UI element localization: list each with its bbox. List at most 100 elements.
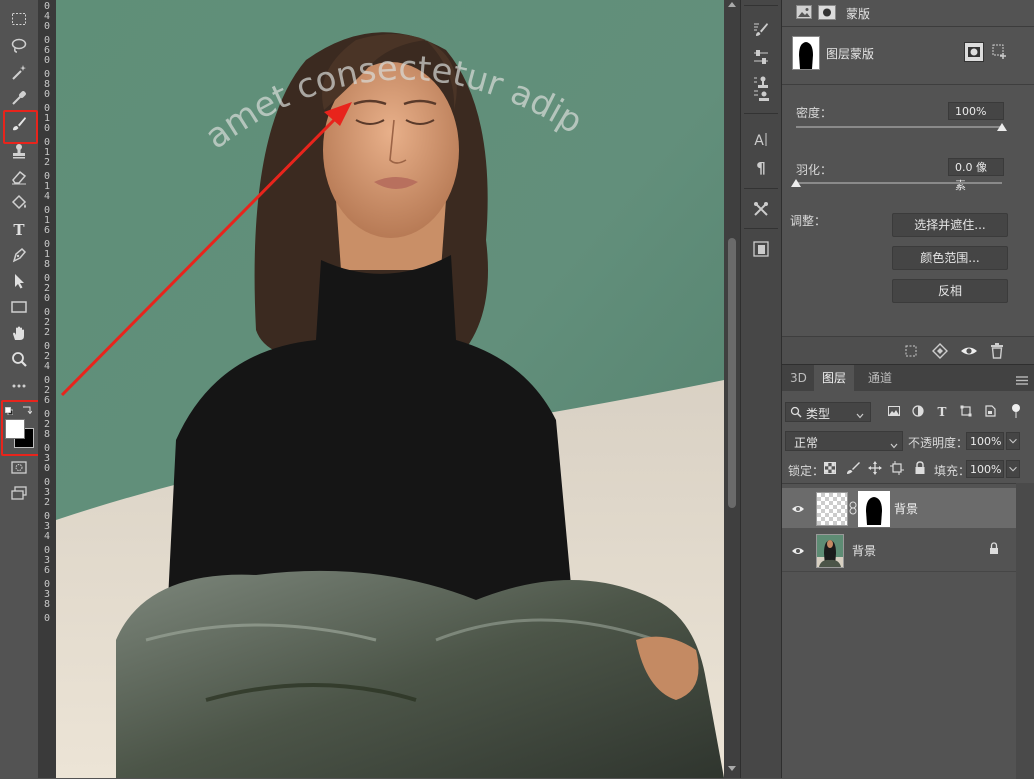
fill-label: 填充： <box>934 464 971 478</box>
filter-type-icon[interactable]: T <box>936 405 948 419</box>
filter-toggle-icon[interactable] <box>1010 403 1022 419</box>
hand-icon[interactable] <box>5 322 33 344</box>
pen-icon[interactable] <box>5 244 33 266</box>
tab-3d[interactable]: 3D <box>782 365 815 391</box>
character-panel-icon[interactable]: A <box>750 128 772 150</box>
layer-row[interactable]: 背景 <box>782 530 1016 570</box>
canvas-image: amet consectetur adipisicing sed do eius… <box>56 0 724 778</box>
feather-field[interactable]: 0.0 像素 <box>948 158 1004 192</box>
brush-settings-icon[interactable] <box>750 18 772 40</box>
layer-mask-thumbnail[interactable] <box>858 491 890 527</box>
mask-link-chain-icon[interactable] <box>849 501 857 515</box>
blend-mode-select[interactable]: 正常 <box>785 431 903 451</box>
lock-image-brush-icon[interactable] <box>846 461 860 475</box>
pixel-mask-icon[interactable] <box>796 5 812 19</box>
ruler-tick-label: 8 <box>43 429 51 440</box>
blend-mode-value: 正常 <box>794 436 819 450</box>
feather-slider-knob[interactable] <box>791 179 801 187</box>
lock-position-icon[interactable] <box>868 461 882 475</box>
layer-visibility-eye-icon[interactable] <box>791 503 805 517</box>
filter-smart-object-icon[interactable] <box>984 405 996 417</box>
load-selection-icon[interactable] <box>904 344 918 358</box>
screen-mode-icon[interactable] <box>5 482 33 504</box>
ruler-tick-label: 0 <box>43 21 51 32</box>
vertical-ruler: 0400600800100120140160180200220240260280… <box>38 0 56 778</box>
density-field[interactable]: 100% <box>948 102 1004 120</box>
layer-thumbnail-transparent <box>816 492 848 526</box>
tool-presets-icon[interactable] <box>750 86 772 108</box>
scroll-up-icon[interactable] <box>728 2 736 7</box>
layer-name[interactable]: 背景 <box>852 542 876 559</box>
zoom-icon[interactable] <box>5 348 33 370</box>
adjust-label: 调整： <box>790 214 827 228</box>
ruler-tick-label: 0 <box>43 463 51 474</box>
svg-text:¶: ¶ <box>756 159 766 176</box>
divider <box>782 84 1034 85</box>
path-selection-icon[interactable] <box>5 270 33 292</box>
density-slider-track[interactable] <box>796 126 1002 128</box>
layer-lock-icon[interactable] <box>989 542 999 555</box>
select-pixel-mask-icon[interactable] <box>964 42 984 62</box>
lock-all-icon[interactable] <box>914 461 926 475</box>
scroll-down-icon[interactable] <box>728 766 736 771</box>
select-and-mask-button[interactable]: 选择并遮住... <box>892 213 1008 237</box>
paint-bucket-icon[interactable] <box>5 192 33 214</box>
add-vector-mask-icon[interactable] <box>990 42 1008 60</box>
ruler-tick-label: 4 <box>43 531 51 542</box>
rectangular-marquee-icon[interactable] <box>5 8 33 30</box>
tools-panel: T <box>0 0 41 778</box>
chevron-down-icon <box>890 438 898 452</box>
divider <box>782 483 1034 484</box>
quick-mask-icon[interactable] <box>5 456 33 478</box>
filter-kind-select[interactable]: 类型 <box>785 402 871 422</box>
opacity-dropdown[interactable] <box>1006 432 1020 450</box>
ruler-tick-label: 0 <box>43 613 51 624</box>
magic-wand-icon[interactable] <box>5 61 33 83</box>
document-canvas[interactable]: amet consectetur adipisicing sed do eius… <box>56 0 724 778</box>
layer-name[interactable]: 背景 <box>894 500 918 517</box>
mask-title: 图层蒙版 <box>826 47 875 61</box>
ruler-tick-label: 6 <box>43 395 51 406</box>
layers-panel: 3D 图层 通道 类型 T 正常 不透明度： 100% 锁定： 填充： 100%… <box>782 364 1034 779</box>
tab-layers[interactable]: 图层 <box>814 365 855 391</box>
panel-menu-icon[interactable] <box>1016 374 1028 385</box>
scrollbar-thumb[interactable] <box>728 238 736 508</box>
eyedropper-icon[interactable] <box>5 87 33 109</box>
type-tool-icon[interactable]: T <box>5 218 33 240</box>
properties-panel: 蒙版 图层蒙版 密度： 100% 羽化： 0.0 像素 调整： 选择并遮住...… <box>782 0 1034 365</box>
apply-mask-icon[interactable] <box>932 343 948 359</box>
density-slider-knob[interactable] <box>997 123 1007 131</box>
collapsed-panels-strip: A ¶ <box>740 0 782 778</box>
eraser-icon[interactable] <box>5 166 33 188</box>
layers-scrollbar[interactable] <box>1016 483 1034 779</box>
vector-mask-icon[interactable] <box>818 5 836 20</box>
adjustments-tools-icon[interactable] <box>750 198 772 220</box>
mask-thumbnail <box>792 36 820 70</box>
more-tools-icon[interactable] <box>5 374 33 396</box>
opacity-field[interactable]: 100% <box>966 432 1004 450</box>
fill-field[interactable]: 100% <box>966 460 1004 478</box>
lock-transparent-icon[interactable] <box>824 462 836 474</box>
clone-stamp-icon[interactable] <box>5 140 33 162</box>
color-range-button[interactable]: 颜色范围... <box>892 246 1008 270</box>
disable-mask-eye-icon[interactable] <box>960 343 978 359</box>
delete-mask-icon[interactable] <box>990 343 1004 359</box>
filter-pixel-icon[interactable] <box>888 405 900 417</box>
invert-button[interactable]: 反相 <box>892 279 1008 303</box>
lasso-icon[interactable] <box>5 35 33 57</box>
history-panel-icon[interactable] <box>750 238 772 260</box>
tab-channels[interactable]: 通道 <box>860 365 900 391</box>
paragraph-panel-icon[interactable]: ¶ <box>750 156 772 178</box>
filter-adjustment-icon[interactable] <box>912 405 924 417</box>
lock-artboard-icon[interactable] <box>890 461 904 475</box>
lock-label: 锁定： <box>788 464 825 478</box>
rectangle-shape-icon[interactable] <box>5 296 33 318</box>
density-label: 密度： <box>796 106 833 120</box>
layer-row[interactable]: 背景 <box>782 488 1016 528</box>
layer-visibility-eye-icon[interactable] <box>791 545 805 559</box>
filter-shape-icon[interactable] <box>960 405 972 417</box>
feather-slider-track[interactable] <box>796 182 1002 184</box>
opacity-label: 不透明度： <box>908 436 969 450</box>
fill-dropdown[interactable] <box>1006 460 1020 478</box>
brush-presets-icon[interactable] <box>750 46 772 68</box>
